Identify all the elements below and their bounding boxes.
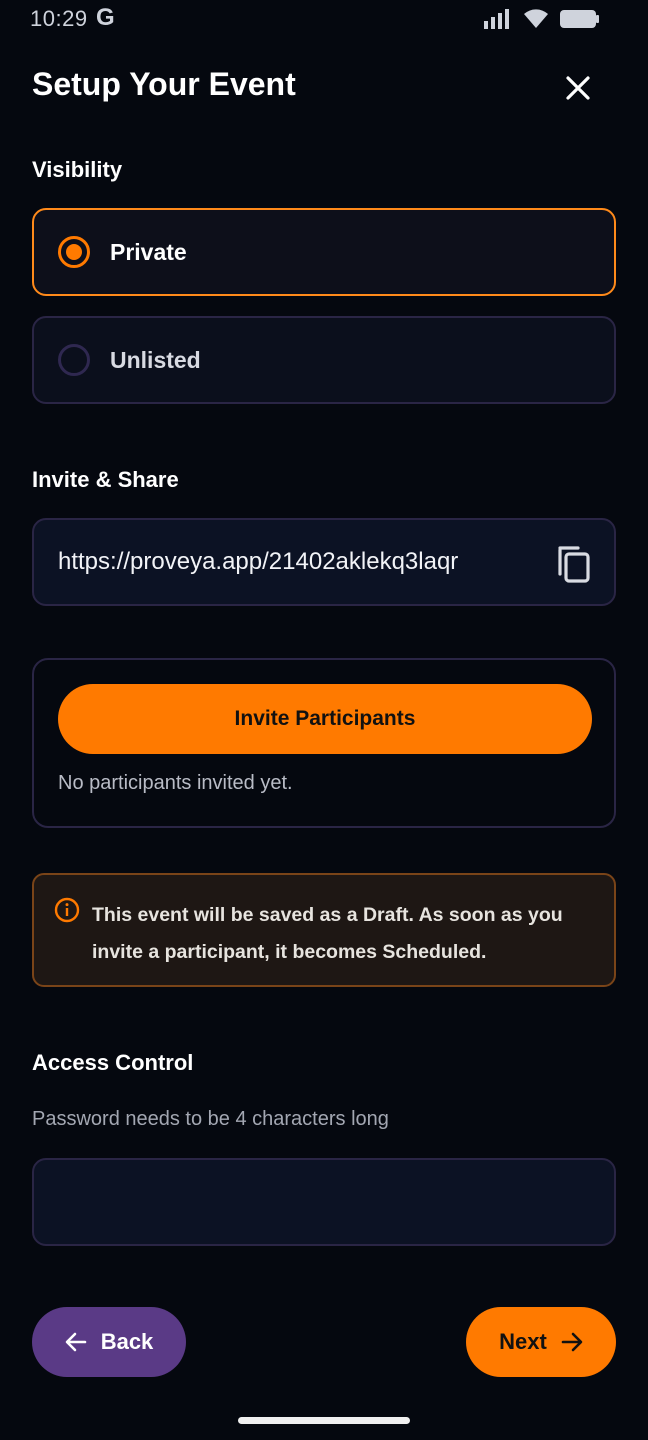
next-button[interactable]: Next <box>466 1307 616 1377</box>
wifi-icon <box>524 9 548 28</box>
copy-link-button[interactable] <box>556 544 596 584</box>
invite-link-text[interactable]: https://proveya.app/21402aklekq3laqr <box>58 548 528 576</box>
home-indicator[interactable] <box>238 1417 410 1424</box>
draft-notice-text: This event will be saved as a Draft. As … <box>92 904 563 963</box>
radio-unselected-icon <box>58 344 90 376</box>
close-icon <box>566 76 590 100</box>
invite-link-field[interactable]: https://proveya.app/21402aklekq3laqr <box>32 518 616 606</box>
status-bar: 10:29 G <box>0 0 648 40</box>
close-button[interactable] <box>556 66 600 110</box>
invite-share-label: Invite & Share <box>32 467 179 492</box>
status-icons <box>482 8 600 30</box>
participants-status-text: No participants invited yet. <box>58 772 293 794</box>
invite-participants-button[interactable]: Invite Participants <box>58 684 592 754</box>
page-title: Setup Your Event <box>32 66 296 102</box>
back-button[interactable]: Back <box>32 1307 186 1377</box>
status-time: 10:29 <box>30 6 88 31</box>
password-hint: Password needs to be 4 characters long <box>32 1108 389 1130</box>
visibility-option-unlisted[interactable]: Unlisted <box>32 316 616 404</box>
arrow-right-icon <box>561 1332 583 1352</box>
access-control-label: Access Control <box>32 1050 194 1075</box>
google-icon: G <box>96 4 115 31</box>
radio-label: Private <box>110 238 187 265</box>
signal-icon <box>484 9 509 29</box>
invite-participants-card: Invite Participants No participants invi… <box>32 658 616 828</box>
back-label: Back <box>100 1329 154 1354</box>
draft-notice-banner: This event will be saved as a Draft. As … <box>32 873 616 987</box>
password-input[interactable] <box>32 1158 616 1246</box>
info-icon <box>54 897 80 923</box>
visibility-label: Visibility <box>32 157 123 182</box>
copy-icon <box>558 546 590 583</box>
next-label: Next <box>499 1329 547 1354</box>
battery-icon <box>560 10 599 28</box>
radio-label: Unlisted <box>110 346 201 373</box>
arrow-left-icon <box>65 1332 87 1352</box>
visibility-option-private[interactable]: Private <box>32 208 616 296</box>
radio-selected-icon <box>58 236 90 268</box>
